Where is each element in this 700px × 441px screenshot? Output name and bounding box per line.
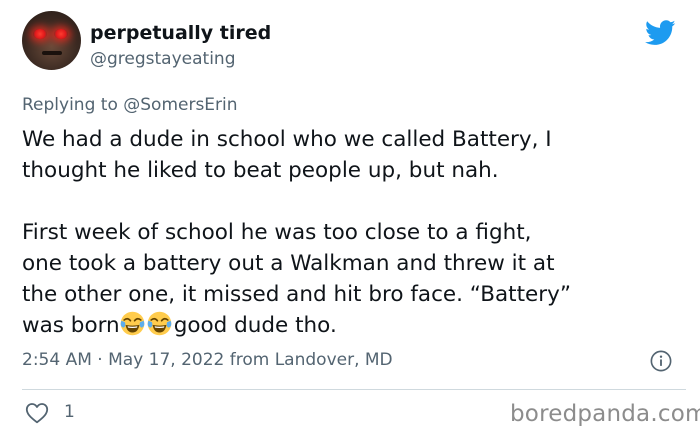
glowing-eye-left (33, 29, 47, 39)
tweet-body: We had a dude in school who we called Ba… (22, 124, 686, 341)
tweet-line: thought he liked to beat people up, but … (22, 158, 499, 183)
divider (22, 389, 686, 390)
replying-to-handle[interactable]: @SomersErin (123, 95, 237, 115)
info-icon[interactable] (650, 350, 672, 372)
avatar[interactable] (22, 11, 81, 70)
face-with-tears-of-joy-icon (147, 311, 171, 336)
twitter-bird-icon[interactable] (645, 20, 676, 46)
tweet-line-last: was born good dude tho. (22, 310, 686, 341)
glowing-eye-right (54, 29, 68, 39)
display-name[interactable]: perpetually tired (90, 22, 271, 44)
tweet-text-before-emoji: was born (22, 313, 120, 338)
tweet-line: We had a dude in school who we called Ba… (22, 127, 552, 152)
watermark: boredpanda.com (510, 401, 700, 427)
tweet-timestamp[interactable]: 2:54 AM · May 17, 2022 from Landover, MD (22, 350, 393, 370)
tweet-line: First week of school he was too close to… (22, 220, 532, 245)
avatar-mouth (42, 51, 62, 55)
heart-outline-icon[interactable] (25, 402, 49, 424)
face-with-tears-of-joy-icon (120, 311, 144, 336)
tweet-line: one took a battery out a Walkman and thr… (22, 251, 555, 276)
user-handle[interactable]: @gregstayeating (90, 49, 236, 69)
replying-to-line: Replying to @SomersErin (22, 95, 238, 115)
tweet-text-after-emoji: good dude tho. (173, 313, 337, 338)
like-count: 1 (64, 402, 75, 422)
replying-to-prefix: Replying to (22, 95, 124, 115)
tweet-line: the other one, it missed and hit bro fac… (22, 282, 571, 307)
